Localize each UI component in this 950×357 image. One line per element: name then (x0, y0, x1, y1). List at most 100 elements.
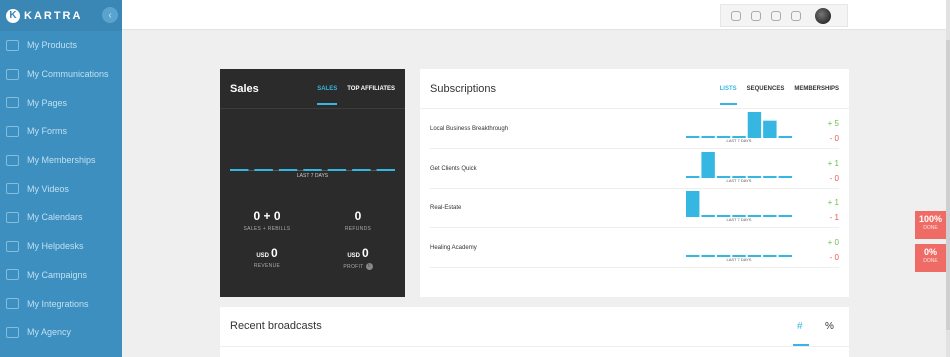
list-chart-label: LAST 7 DAYS (726, 177, 752, 183)
list-name: Get Clients Quick (430, 165, 477, 172)
sidebar-item-memberships[interactable]: My Memberships (0, 146, 122, 175)
chart-bar (254, 169, 273, 171)
tab-memberships[interactable]: MEMBERSHIPS (794, 86, 839, 92)
home-icon[interactable] (731, 10, 741, 21)
sidebar-item-label: My Forms (27, 126, 67, 137)
subscriptions-card: Subscriptions LISTS SEQUENCES MEMBERSHIP… (420, 69, 849, 297)
subscriptions-title: Subscriptions (430, 82, 497, 95)
kartra-logo-icon: K (6, 8, 20, 23)
forms-icon (6, 125, 19, 137)
subscribed-count: + 1 (827, 198, 839, 207)
refunds-label: REFUNDS (344, 226, 372, 232)
bell-icon[interactable] (771, 10, 781, 21)
list-name: Real-Estate (430, 205, 462, 211)
sidebar-item-videos[interactable]: My Videos (0, 174, 122, 203)
list-chart-label: LAST 7 DAYS (726, 138, 752, 143)
list-chart-label: LAST 7 DAYS (726, 217, 752, 222)
brand[interactable]: K KARTRA ‹ (0, 0, 122, 31)
calendar-icon (6, 211, 19, 223)
profit-label: PROFIT (343, 263, 364, 270)
badge-value: 100% (918, 214, 943, 224)
profit-value: 0 (361, 246, 369, 260)
tab-percent[interactable]: % (825, 321, 834, 332)
list-item[interactable]: Local Business Breakthrough LAST 7 DAYS + … (430, 110, 839, 149)
brand-name: KARTRA (24, 9, 83, 22)
crosshair-icon[interactable] (751, 10, 761, 21)
sidebar-item-products[interactable]: My Products (0, 31, 122, 60)
progress-badge[interactable]: 100% DONE (915, 211, 946, 239)
scrollbar-thumb[interactable] (946, 40, 950, 330)
subscribed-count: + 5 (827, 119, 839, 128)
sidebar-item-label: My Videos (27, 183, 69, 194)
headset-icon (6, 240, 19, 252)
profit-stat: USD 0 PROFIT i (323, 246, 393, 270)
sidebar-item-calendars[interactable]: My Calendars (0, 203, 122, 232)
list-name: Local Business Breakthrough (430, 126, 509, 132)
chart-bar (327, 169, 347, 171)
sales-header: Sales SALES TOP AFFILIATES (220, 69, 405, 109)
tab-lists[interactable]: LISTS (719, 86, 737, 105)
sidebar-item-pages[interactable]: My Pages (0, 88, 122, 117)
sidebar-item-label: My Calendars (27, 212, 83, 223)
sidebar-item-agency[interactable]: My Agency (0, 318, 122, 347)
chart-bar (352, 169, 371, 171)
list-chart-label: LAST 7 DAYS (726, 256, 752, 262)
sidebar-item-campaigns[interactable]: My Campaigns (0, 261, 122, 290)
sidebar-item-label: My Integrations (27, 298, 89, 309)
sidebar-item-label: My Agency (27, 327, 72, 338)
revenue-label: REVENUE (253, 263, 281, 269)
sidebar-item-label: My Communications (27, 69, 109, 80)
sales-card: Sales SALES TOP AFFILIATES LAST 7 DAYS 0… (220, 69, 405, 297)
flag-icon[interactable] (791, 10, 801, 21)
subscriptions-header: Subscriptions LISTS SEQUENCES MEMBERSHIP… (420, 69, 849, 109)
top-toolbar (720, 4, 848, 27)
list-item[interactable]: Real-Estate LAST 7 DAYS + 1 - 1 (430, 189, 839, 228)
tab-count[interactable]: # (797, 321, 803, 332)
tab-top-affiliates[interactable]: TOP AFFILIATES (347, 86, 395, 92)
refunds-value: 0 (354, 209, 362, 223)
sidebar: K KARTRA ‹ My Products My Communications… (0, 0, 122, 357)
collapse-sidebar-button[interactable]: ‹ (102, 7, 118, 23)
chart-bar (230, 169, 249, 171)
chart-bar (763, 120, 777, 138)
sidebar-item-label: My Pages (27, 97, 68, 108)
info-icon[interactable]: i (365, 263, 373, 270)
recent-broadcasts-card: Recent broadcasts # % (220, 307, 849, 357)
revenue-value: 0 (270, 246, 278, 260)
pages-icon (6, 97, 19, 109)
sidebar-item-integrations[interactable]: My Integrations (0, 289, 122, 318)
sidebar-item-label: My Campaigns (27, 269, 88, 280)
top-bar (122, 0, 950, 30)
subscribed-count: + 0 (827, 237, 839, 247)
sales-title: Sales (230, 82, 259, 95)
progress-badge[interactable]: 0% DONE (915, 244, 946, 272)
sidebar-item-forms[interactable]: My Forms (0, 117, 122, 146)
sidebar-item-helpdesks[interactable]: My Helpdesks (0, 232, 122, 261)
recent-broadcasts-title: Recent broadcasts (230, 320, 322, 332)
subscribed-count: + 1 (827, 158, 839, 168)
chart-bar (701, 151, 715, 178)
sidebar-item-label: My Helpdesks (27, 241, 84, 252)
megaphone-icon (6, 68, 19, 80)
chart-bar (376, 169, 395, 171)
badge-value: 0% (923, 247, 937, 257)
list-item[interactable]: Get Clients Quick LAST 7 DAYS + 1 - 0 (430, 150, 839, 189)
page-scrollbar[interactable] (946, 0, 950, 357)
avatar[interactable] (815, 7, 831, 24)
profit-currency: USD (347, 253, 360, 259)
badge-label: DONE (923, 258, 938, 264)
unsubscribed-count: - 0 (829, 173, 839, 183)
unsubscribed-count: - 1 (829, 213, 839, 222)
unsubscribed-count: - 0 (829, 134, 839, 143)
sales-rebills-stat: 0 + 0 SALES + REBILLS (232, 209, 302, 232)
list-name: Healing Academy (430, 244, 477, 251)
sales-rebills-label: SALES + REBILLS (243, 226, 291, 232)
tab-sequences[interactable]: SEQUENCES (747, 86, 785, 92)
list-item[interactable]: Healing Academy LAST 7 DAYS + 0 - 0 (430, 229, 839, 268)
refunds-stat: 0 REFUNDS (323, 209, 393, 232)
sidebar-item-label: My Products (27, 40, 78, 51)
cart-icon (6, 39, 19, 51)
sidebar-item-communications[interactable]: My Communications (0, 60, 122, 89)
tab-sales[interactable]: SALES (317, 86, 338, 105)
chart-bar (686, 191, 700, 217)
